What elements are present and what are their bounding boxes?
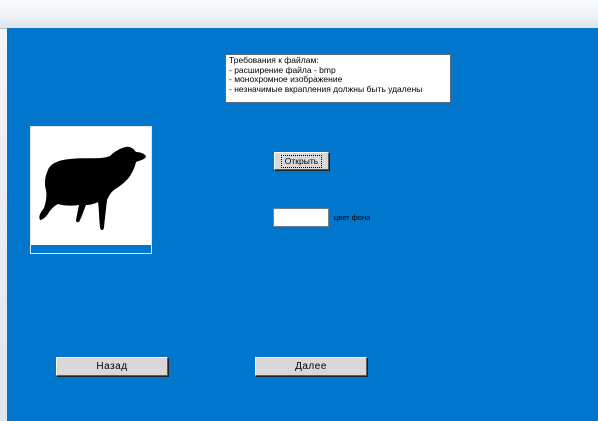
next-button[interactable]: Далее <box>255 357 367 376</box>
back-button[interactable]: Назад <box>56 357 168 376</box>
next-button-label: Далее <box>295 361 327 372</box>
background-color-field[interactable] <box>273 208 329 227</box>
open-file-button[interactable]: Открыть <box>274 152 329 170</box>
file-requirements-box: Требования к файлам: - расширение файла … <box>225 54 451 103</box>
sheep-silhouette-icon <box>39 146 147 230</box>
image-preview-footer <box>31 245 151 253</box>
image-preview-canvas <box>34 130 148 242</box>
back-button-label: Назад <box>96 361 128 372</box>
open-file-button-label: Открыть <box>280 154 323 168</box>
image-preview <box>30 126 152 254</box>
background-color-label: цвет фона <box>334 213 371 222</box>
requirement-noise-removed: - незначимые вкрапления должны быть удал… <box>229 83 423 94</box>
window-title-bar[interactable] <box>0 0 598 29</box>
main-window: Требования к файлам: - расширение файла … <box>7 28 598 421</box>
